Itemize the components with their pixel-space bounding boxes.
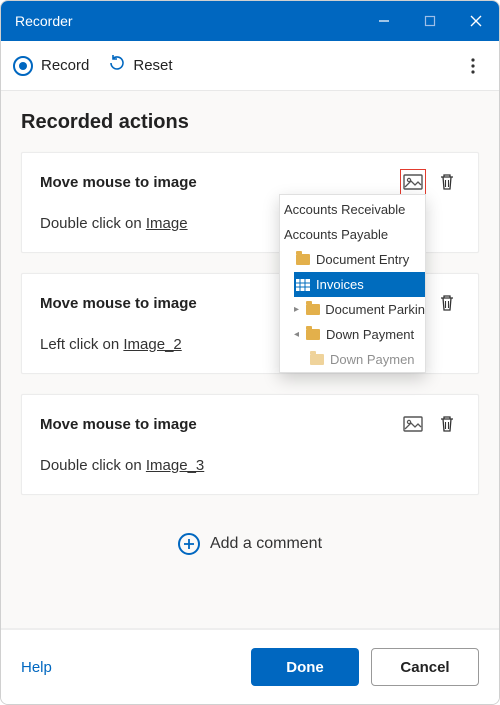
tree-item-label: Invoices <box>316 277 364 292</box>
grid-icon <box>294 278 312 292</box>
folder-icon <box>304 328 322 342</box>
reset-icon <box>107 53 127 78</box>
close-button[interactable] <box>453 1 499 41</box>
record-label: Record <box>41 57 89 74</box>
reset-button[interactable]: Reset <box>107 53 172 78</box>
add-comment-label: Add a comment <box>210 535 322 553</box>
tree-item[interactable]: Down Paymen <box>280 347 425 372</box>
action-target-link[interactable]: Image_2 <box>123 336 181 353</box>
action-description-prefix: Left click on <box>40 336 123 353</box>
action-description-prefix: Double click on <box>40 457 146 474</box>
folder-icon <box>308 353 326 367</box>
toolbar: Record Reset <box>1 41 499 91</box>
window-title: Recorder <box>15 13 361 29</box>
tree-item-label: Document Entry <box>316 252 409 267</box>
help-link[interactable]: Help <box>21 659 239 676</box>
tree-item[interactable]: Document Entry <box>280 247 425 272</box>
delete-action-button[interactable] <box>434 411 460 437</box>
done-button[interactable]: Done <box>251 648 359 686</box>
action-target-link[interactable]: Image <box>146 215 188 232</box>
maximize-button[interactable] <box>407 1 453 41</box>
minimize-button[interactable] <box>361 1 407 41</box>
tree-item-label: Down Paymen <box>330 352 415 367</box>
caret-icon: ◂ <box>294 329 304 340</box>
footer: Help Done Cancel <box>1 628 499 704</box>
tree-item[interactable]: Accounts Payable <box>280 222 425 247</box>
record-button[interactable]: Record <box>13 56 89 76</box>
folder-icon <box>304 303 322 317</box>
tree-item-label: Document Parkin <box>325 302 425 317</box>
screenshot-thumbnail-button[interactable] <box>400 411 426 437</box>
action-title: Move mouse to image <box>40 416 392 433</box>
action-title: Move mouse to image <box>40 174 392 191</box>
trash-icon <box>439 415 455 433</box>
cancel-button[interactable]: Cancel <box>371 648 479 686</box>
tree-item-label: Accounts Payable <box>284 227 388 242</box>
folder-icon <box>294 253 312 267</box>
image-icon <box>403 174 423 190</box>
content-area: Recorded actions Move mouse to image Dou… <box>1 91 499 628</box>
tree-item[interactable]: Accounts Receivable <box>280 197 425 222</box>
delete-action-button[interactable] <box>434 169 460 195</box>
titlebar: Recorder <box>1 1 499 41</box>
action-card[interactable]: Move mouse to image Double click on Imag… <box>21 394 479 495</box>
action-description-prefix: Double click on <box>40 215 146 232</box>
screenshot-thumbnail-button[interactable] <box>400 169 426 195</box>
record-icon <box>13 56 33 76</box>
more-options-button[interactable] <box>459 52 487 80</box>
trash-icon <box>439 294 455 312</box>
tree-item[interactable]: ▸ Document Parkin <box>280 297 425 322</box>
reset-label: Reset <box>133 57 172 74</box>
section-heading: Recorded actions <box>21 111 479 134</box>
screenshot-preview-popup: Accounts Receivable Accounts Payable Doc… <box>279 194 426 373</box>
tree-item-label: Accounts Receivable <box>284 202 405 217</box>
add-comment-button[interactable]: Add a comment <box>21 515 479 579</box>
tree-item-label: Down Payment <box>326 327 414 342</box>
trash-icon <box>439 173 455 191</box>
delete-action-button[interactable] <box>434 290 460 316</box>
image-icon <box>403 416 423 432</box>
action-target-link[interactable]: Image_3 <box>146 457 204 474</box>
caret-icon: ▸ <box>294 304 304 315</box>
plus-icon <box>178 533 200 555</box>
tree-item-selected[interactable]: Invoices <box>294 272 425 297</box>
recorder-window: Recorder Record Reset Recorded actions <box>0 0 500 705</box>
tree-item[interactable]: ◂ Down Payment <box>280 322 425 347</box>
